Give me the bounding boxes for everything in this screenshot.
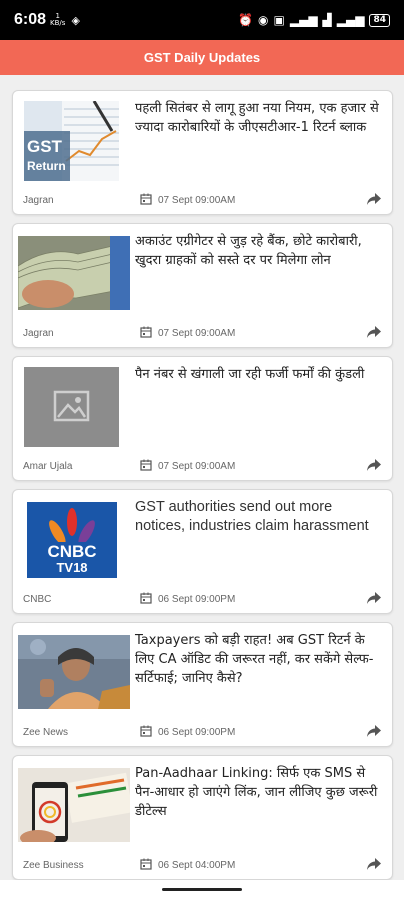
news-card[interactable]: Taxpayers को बड़ी राहत! अब GST रिटर्न के…: [12, 622, 393, 747]
share-icon[interactable]: [366, 458, 382, 472]
article-source: Jagran: [23, 195, 54, 206]
article-title[interactable]: Pan-Aadhaar Linking: सिर्फ एक SMS से पैन…: [135, 764, 385, 821]
aadhaar-thumbnail: [18, 768, 130, 842]
article-date: 06 Sept 09:00PM: [158, 594, 236, 605]
article-date: 06 Sept 04:00PM: [158, 860, 236, 871]
calendar-icon: [140, 193, 152, 205]
wifi-calling-icon: ▟: [322, 13, 332, 27]
article-title[interactable]: GST authorities send out more notices, i…: [135, 498, 385, 535]
home-gesture-handle[interactable]: [162, 888, 242, 891]
currency-thumbnail: [18, 236, 130, 310]
image-placeholder-icon: [24, 367, 119, 447]
app-header: GST Daily Updates: [0, 40, 404, 75]
alarm-icon: ⏰: [238, 13, 254, 27]
news-card[interactable]: पैन नंबर से खंगाली जा रही फर्जी फर्मों क…: [12, 356, 393, 481]
image-placeholder-thumbnail: [24, 367, 119, 447]
calendar-icon: [140, 326, 152, 338]
article-source: Zee Business: [23, 860, 84, 871]
news-card[interactable]: CNBC TV18 GST authorities send out more …: [12, 489, 393, 614]
news-card[interactable]: Pan-Aadhaar Linking: सिर्फ एक SMS से पैन…: [12, 755, 393, 880]
nfc-icon: ▣: [273, 13, 285, 27]
share-icon[interactable]: [366, 591, 382, 605]
article-title[interactable]: अकाउंट एग्रीगेटर से जुड़ रहे बैंक, छोटे …: [135, 232, 385, 270]
calendar-icon: [140, 459, 152, 471]
minister-thumbnail: [18, 635, 130, 709]
article-title[interactable]: पैन नंबर से खंगाली जा रही फर्जी फर्मों क…: [135, 365, 385, 384]
gst-thumb-text: GST: [27, 137, 62, 156]
location-icon: ◈: [71, 13, 80, 27]
article-source: CNBC: [23, 594, 52, 605]
share-icon[interactable]: [366, 192, 382, 206]
article-source: Amar Ujala: [23, 461, 73, 472]
article-source: Zee News: [23, 727, 69, 738]
system-nav-bar: [0, 880, 404, 900]
article-date: 07 Sept 09:00AM: [158, 328, 236, 339]
app-title: GST Daily Updates: [143, 50, 261, 65]
calendar-icon: [140, 858, 152, 870]
signal-4g-icon: ▂▄▆: [336, 13, 365, 27]
news-card[interactable]: GST Return पहली सितंबर से लागू हुआ नया न…: [12, 90, 393, 215]
cnbc-logo-thumbnail: CNBC TV18: [27, 502, 117, 578]
article-title[interactable]: पहली सितंबर से लागू हुआ नया नियम, एक हजा…: [135, 99, 385, 137]
status-icons: ⏰ ◉ ▣ ▂▄▆ ▟ ▂▄▆ 84: [238, 13, 390, 27]
news-feed[interactable]: GST Return पहली सितंबर से लागू हुआ नया न…: [0, 75, 404, 880]
hotspot-icon: ◉: [258, 13, 269, 27]
network-speed: 1 KB/s: [50, 12, 66, 27]
tv18-thumb-text: TV18: [56, 560, 88, 575]
article-source: Jagran: [23, 328, 54, 339]
calendar-icon: [140, 592, 152, 604]
cnbc-thumb-text: CNBC: [47, 542, 97, 561]
article-title[interactable]: Taxpayers को बड़ी राहत! अब GST रिटर्न के…: [135, 631, 385, 688]
signal-icon: ▂▄▆: [289, 13, 318, 27]
status-bar: 6:08 1 KB/s ◈ ⏰ ◉ ▣ ▂▄▆ ▟ ▂▄▆ 84: [0, 0, 404, 40]
share-icon[interactable]: [366, 857, 382, 871]
article-date: 07 Sept 09:00AM: [158, 461, 236, 472]
status-time: 6:08: [14, 11, 47, 28]
article-date: 07 Sept 09:00AM: [158, 195, 236, 206]
return-thumb-text: Return: [27, 159, 66, 173]
news-card[interactable]: अकाउंट एग्रीगेटर से जुड़ रहे बैंक, छोटे …: [12, 223, 393, 348]
share-icon[interactable]: [366, 325, 382, 339]
gst-return-thumbnail: GST Return: [24, 101, 119, 181]
share-icon[interactable]: [366, 724, 382, 738]
battery-icon: 84: [369, 13, 390, 27]
article-date: 06 Sept 09:00PM: [158, 727, 236, 738]
calendar-icon: [140, 725, 152, 737]
